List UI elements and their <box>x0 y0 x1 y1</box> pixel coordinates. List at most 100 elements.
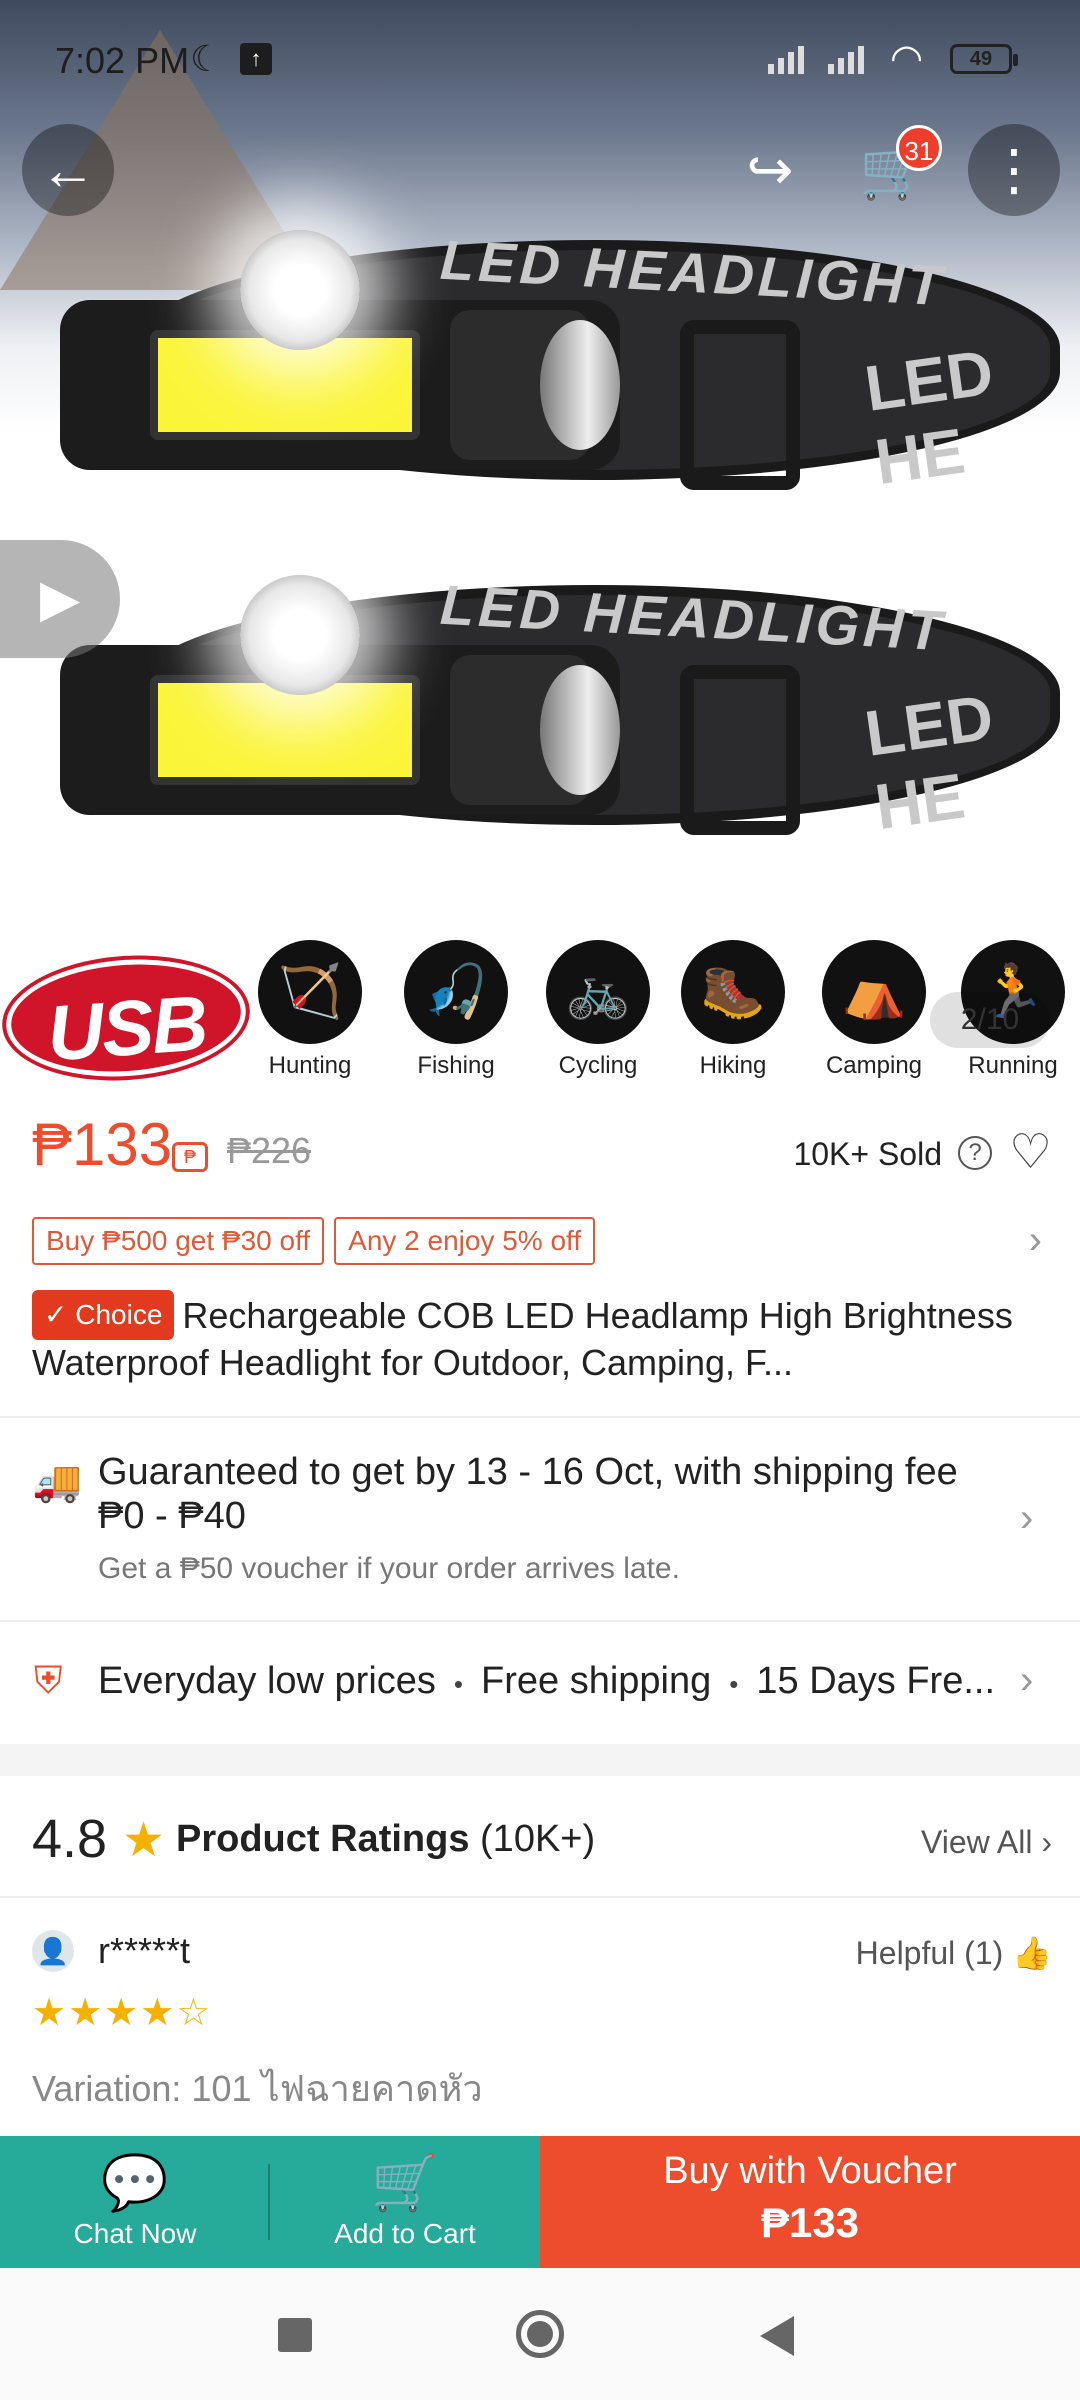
buckle <box>680 320 800 490</box>
chat-now-button[interactable]: 💬 Chat Now <box>0 2136 270 2268</box>
benefit-item: 15 Days Fre... <box>756 1660 996 1702</box>
cycling-icon: 🚲 <box>546 940 650 1044</box>
sold-count: 10K+ Sold <box>793 1136 942 1172</box>
helpful-label: Helpful (1) <box>855 1935 1004 1971</box>
activity-label: Hunting <box>268 1052 352 1079</box>
benefit-item: Everyday low prices <box>98 1660 436 1702</box>
reviewer-name: r*****t <box>98 1930 191 1971</box>
promo-tags[interactable]: Buy ₱500 get ₱30 off Any 2 enjoy 5% off <box>32 1217 596 1265</box>
lamp-knob-cap <box>540 665 620 795</box>
buy-price: ₱133 <box>760 2199 860 2246</box>
shipping-voucher-note: Get a ₱50 voucher if your order arrives … <box>98 1552 680 1585</box>
system-navigation-bar <box>0 2268 1080 2400</box>
chevron-right-icon[interactable]: › <box>1029 1218 1042 1263</box>
star-icon: ★ <box>122 1814 166 1867</box>
chevron-right-icon: › <box>1020 1658 1034 1702</box>
headlamp-illustration: LED HEADLIGHT LED HE <box>40 210 1060 530</box>
divider <box>0 1896 1080 1898</box>
wishlist-heart-icon[interactable]: ♡ <box>1009 1124 1052 1180</box>
help-icon[interactable]: ? <box>958 1136 992 1170</box>
recent-apps-button[interactable] <box>278 2318 312 2352</box>
coupon-icon: ₱ <box>172 1142 208 1172</box>
home-button[interactable] <box>516 2310 564 2358</box>
ratings-count: (10K+) <box>480 1818 596 1860</box>
band-text: LED HE <box>860 335 998 499</box>
buckle <box>680 665 800 835</box>
chevron-right-icon: › <box>1020 1496 1034 1540</box>
activity-label: Cycling <box>558 1052 638 1079</box>
chevron-right-icon: › <box>1041 1824 1052 1860</box>
image-counter: 2/10 <box>930 992 1050 1048</box>
choice-badge: ✓ Choice <box>32 1290 175 1340</box>
star-outline-icon: ☆ <box>176 1992 213 2034</box>
usb-logo: USB <box>2 951 250 1085</box>
more-vertical-icon: ⋮ <box>986 138 1042 201</box>
activity-hiking: 🥾 Hiking <box>678 940 788 1080</box>
thumbs-up-icon: 👍 <box>1012 1935 1052 1971</box>
led-bulb <box>240 230 360 350</box>
camping-icon: ⛺ <box>822 940 926 1044</box>
star-icon: ★ <box>68 1992 105 2034</box>
cart-plus-icon: 🛒 <box>371 2153 439 2213</box>
product-title: ✓ Choice Rechargeable COB LED Headlamp Hi… <box>32 1290 1052 1386</box>
lamp-knob-cap <box>540 320 620 450</box>
divider <box>0 1416 1080 1418</box>
activity-label: Hiking <box>699 1052 767 1079</box>
promo-tag[interactable]: Buy ₱500 get ₱30 off <box>32 1217 325 1265</box>
helpful-button[interactable]: Helpful (1) 👍 <box>856 1934 1052 1972</box>
hiking-icon: 🥾 <box>681 940 785 1044</box>
activity-label: Camping <box>825 1052 923 1079</box>
section-separator <box>0 1744 1080 1776</box>
view-all-link[interactable]: View All › <box>921 1824 1052 1861</box>
buy-with-voucher-button[interactable]: Buy with Voucher ₱133 <box>540 2136 1080 2268</box>
star-icon: ★ <box>32 1992 69 2034</box>
play-video-button[interactable]: ▶ <box>0 540 120 658</box>
promo-tag[interactable]: Any 2 enjoy 5% off <box>334 1217 596 1265</box>
ratings-header: 4.8 ★ Product Ratings (10K+) View All › <box>32 1808 1052 1878</box>
truck-icon: 🚚 <box>32 1460 82 1504</box>
activity-label: Running <box>968 1052 1058 1079</box>
chat-icon: 💬 <box>101 2153 169 2213</box>
ratings-title-text: Product Ratings <box>176 1818 470 1860</box>
shipping-guarantee: Guaranteed to get by 13 - 16 Oct, with s… <box>98 1451 958 1537</box>
system-back-button[interactable] <box>760 2316 794 2356</box>
rating-score: 4.8 <box>32 1809 108 1869</box>
moon-icon: ☾ <box>190 38 223 79</box>
band-text: LED HE <box>860 680 998 844</box>
star-icon: ★ <box>140 1992 177 2034</box>
hunting-icon: 🏹 <box>258 940 362 1044</box>
bottom-action-bar: 💬 Chat Now 🛒 Add to Cart Buy with Vouche… <box>0 2136 1080 2268</box>
review-stars: ★★★★☆ <box>32 1990 212 2035</box>
fishing-icon: 🎣 <box>404 940 508 1044</box>
ratings-title: Product Ratings (10K+) <box>176 1818 595 1861</box>
shield-check-icon: ⛨ <box>34 1660 63 1702</box>
view-all-label: View All <box>920 1824 1033 1860</box>
avatar: 👤 <box>32 1930 74 1972</box>
activity-hunting: 🏹 Hunting <box>255 940 365 1080</box>
share-button[interactable]: ↪ <box>724 124 816 216</box>
benefits-list: Everyday low prices • Free shipping • 15 Day… <box>98 1660 996 1702</box>
upload-icon: ↑ <box>240 43 272 75</box>
add-to-cart-label: Add to Cart <box>334 2218 476 2249</box>
product-title-text: Rechargeable COB LED Headlamp High Brigh… <box>32 1295 1013 1383</box>
benefit-item: Free shipping <box>481 1660 712 1702</box>
current-price: ₱133 <box>32 1111 173 1178</box>
signal-icon <box>768 40 804 74</box>
status-bar: 7:02 PM ☾ ↑ ◠ 49 <box>0 0 1080 120</box>
signal-icon <box>828 40 864 74</box>
activity-fishing: 🎣 Fishing <box>401 940 511 1080</box>
battery-indicator: 49 <box>950 44 1018 74</box>
buy-label: Buy with Voucher <box>663 2150 957 2192</box>
activity-label: Fishing <box>417 1052 495 1079</box>
activity-camping: ⛺ Camping <box>819 940 929 1080</box>
star-icon: ★ <box>104 1992 141 2034</box>
divider <box>0 1620 1080 1622</box>
status-time: 7:02 PM <box>55 40 190 81</box>
review-variation: Variation: 101 ไฟฉายคาดหัว <box>32 2068 483 2109</box>
original-price: ₱226 <box>227 1130 312 1171</box>
back-button[interactable]: ← <box>22 124 114 216</box>
add-to-cart-button[interactable]: 🛒 Add to Cart <box>270 2136 540 2268</box>
wifi-icon: ◠ <box>890 38 924 80</box>
arrow-left-icon: ← <box>40 138 96 201</box>
more-button[interactable]: ⋮ <box>968 124 1060 216</box>
